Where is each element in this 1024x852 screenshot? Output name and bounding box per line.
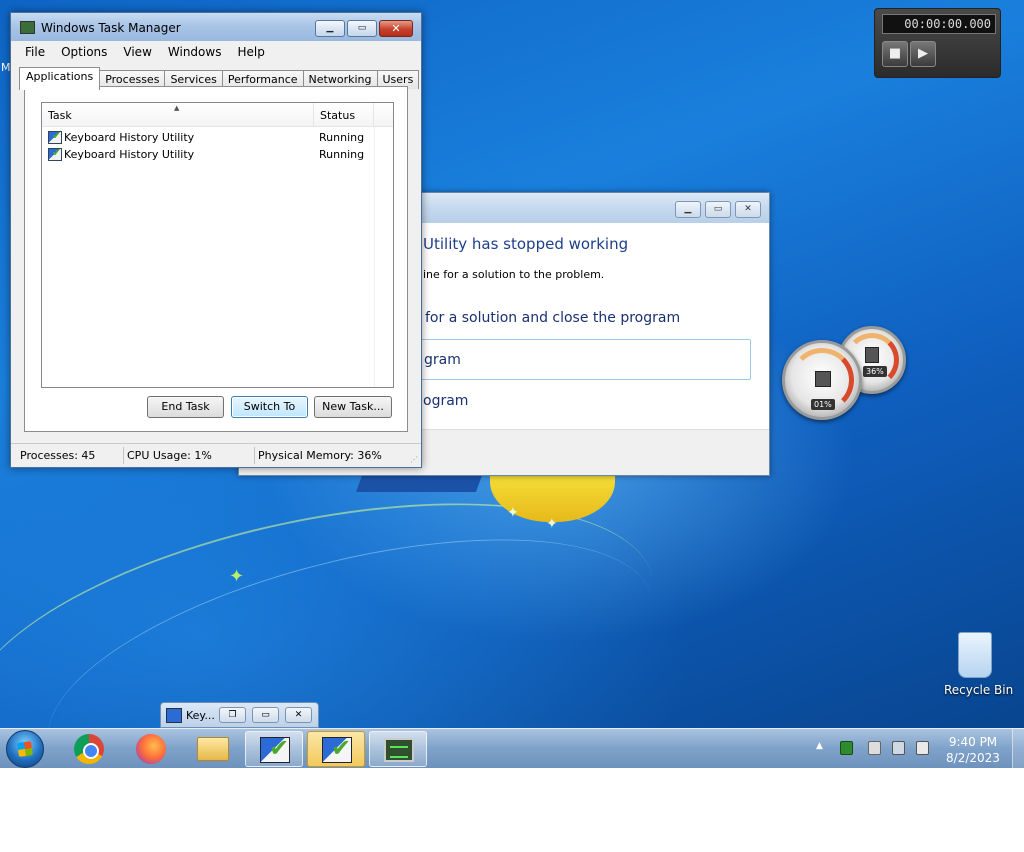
clock-date: 8/2/2023 xyxy=(946,751,1000,765)
taskbar-task-manager[interactable] xyxy=(369,731,427,767)
task-manager-titlebar[interactable]: Windows Task Manager ▁ ▭ ✕ xyxy=(11,13,421,41)
taskbar-thumbnail[interactable]: Key... ❐ ▭ ✕ xyxy=(160,702,319,728)
minimize-icon: ▁ xyxy=(684,204,692,214)
maximize-icon: ▭ xyxy=(713,204,723,214)
thumbnail-label: Key... xyxy=(186,709,215,722)
task-name: Keyboard History Utility xyxy=(64,148,195,161)
cpu-gauge: 01% xyxy=(782,340,862,420)
tray-expand-icon[interactable]: ▲ xyxy=(816,741,823,751)
network-icon[interactable] xyxy=(892,741,905,755)
clock[interactable]: 9:40 PM 8/2/2023 xyxy=(944,734,1002,766)
volume-muted-icon[interactable] xyxy=(916,741,929,755)
action-center-icon[interactable] xyxy=(868,741,881,755)
menu-view[interactable]: View xyxy=(115,43,159,61)
check-solution-option[interactable]: for a solution and close the program xyxy=(425,310,680,326)
show-desktop-button[interactable] xyxy=(1012,729,1024,769)
tab-strip: Applications Processes Services Performa… xyxy=(19,67,420,90)
minimize-button[interactable]: ▁ xyxy=(315,20,345,37)
status-memory: Physical Memory: 36% xyxy=(258,449,382,462)
table-row[interactable]: Keyboard History Utility Running xyxy=(42,129,393,146)
taskbar-utility-2[interactable] xyxy=(307,731,365,767)
sparkle-icon: ✦ xyxy=(229,566,245,587)
maximize-button[interactable]: ▭ xyxy=(347,20,377,37)
taskbar: ▲ 9:40 PM 8/2/2023 xyxy=(0,728,1024,769)
task-status: Running xyxy=(319,148,365,161)
stop-icon: ■ xyxy=(888,46,902,61)
maximize-icon: ▭ xyxy=(261,710,270,720)
memory-chip-icon xyxy=(865,347,879,363)
cpu-reading: 01% xyxy=(811,399,835,410)
maximize-button[interactable]: ▭ xyxy=(252,707,279,723)
switch-to-button[interactable]: Switch To xyxy=(231,396,308,418)
folder-icon xyxy=(197,737,229,761)
recycle-bin-icon[interactable] xyxy=(958,632,992,678)
debug-program-option[interactable]: ogram xyxy=(423,393,468,409)
column-status[interactable]: Status xyxy=(314,103,374,127)
task-status: Running xyxy=(319,131,365,144)
window-title: Windows Task Manager xyxy=(41,21,181,35)
minimize-icon: ▁ xyxy=(326,23,334,33)
task-manager-icon xyxy=(20,21,35,34)
app-icon xyxy=(48,146,62,161)
stopwatch-time: 00:00:00.000 xyxy=(882,14,996,34)
menu-file[interactable]: File xyxy=(17,43,53,61)
task-list[interactable]: Task ▲ Status Keyboard History Utility R… xyxy=(41,102,394,388)
clock-time: 9:40 PM xyxy=(948,735,998,749)
status-cpu: CPU Usage: 1% xyxy=(127,449,212,462)
chrome-icon xyxy=(74,734,104,764)
task-manager-tray-icon[interactable] xyxy=(840,741,853,755)
task-name: Keyboard History Utility xyxy=(64,131,195,144)
menu-help[interactable]: Help xyxy=(229,43,272,61)
app-icon xyxy=(260,734,290,763)
app-icon xyxy=(322,734,352,763)
sort-ascending-icon: ▲ xyxy=(174,104,180,112)
menu-windows[interactable]: Windows xyxy=(160,43,230,61)
close-button[interactable]: ✕ xyxy=(735,201,761,218)
maximize-button[interactable]: ▭ xyxy=(705,201,731,218)
end-task-button[interactable]: End Task xyxy=(147,396,224,418)
error-heading: Utility has stopped working xyxy=(423,235,629,253)
close-button[interactable]: ✕ xyxy=(379,20,413,37)
taskbar-chrome[interactable] xyxy=(59,731,117,767)
close-button[interactable]: ✕ xyxy=(285,707,312,723)
cpu-chip-icon xyxy=(815,371,831,387)
taskbar-firefox[interactable] xyxy=(121,731,179,767)
minimize-button[interactable]: ▁ xyxy=(675,201,701,218)
task-list-header: Task ▲ Status xyxy=(42,103,393,127)
error-subtext: ine for a solution to the problem. xyxy=(423,268,605,281)
table-row[interactable]: Keyboard History Utility Running xyxy=(42,146,393,163)
menu-options[interactable]: Options xyxy=(53,43,115,61)
sparkle-icon: ✦ xyxy=(546,516,558,532)
menu-bar: File Options View Windows Help xyxy=(17,43,415,61)
close-icon: ✕ xyxy=(391,22,401,35)
taskbar-utility-1[interactable] xyxy=(245,731,303,767)
resize-grip-icon[interactable]: ⋰ xyxy=(410,455,418,464)
start-button[interactable] xyxy=(6,730,44,768)
status-processes: Processes: 45 xyxy=(20,449,96,462)
windows-logo-icon xyxy=(17,741,33,757)
memory-reading: 36% xyxy=(863,366,887,377)
app-icon xyxy=(166,708,182,723)
stopwatch-gadget: 00:00:00.000 ■ ▶ xyxy=(874,8,1001,78)
stopwatch-stop-button[interactable]: ■ xyxy=(882,41,908,67)
recycle-bin-label[interactable]: Recycle Bin xyxy=(944,683,1013,697)
status-bar: Processes: 45 CPU Usage: 1% Physical Mem… xyxy=(11,443,421,467)
task-manager-window[interactable]: Windows Task Manager ▁ ▭ ✕ File Options … xyxy=(10,12,422,468)
firefox-icon xyxy=(136,734,166,764)
restore-button[interactable]: ❐ xyxy=(219,707,246,723)
new-task-button[interactable]: New Task... xyxy=(314,396,392,418)
app-icon xyxy=(48,129,62,144)
task-manager-icon xyxy=(384,738,414,762)
close-icon: ✕ xyxy=(294,710,303,720)
maximize-icon: ▭ xyxy=(357,23,367,33)
close-icon: ✕ xyxy=(744,204,752,214)
sparkle-icon: ✦ xyxy=(507,505,519,521)
stopwatch-play-button[interactable]: ▶ xyxy=(910,41,936,67)
close-program-option[interactable]: gram xyxy=(409,339,751,380)
taskbar-explorer[interactable] xyxy=(183,731,241,767)
tab-applications[interactable]: Applications xyxy=(19,67,101,90)
restore-icon: ❐ xyxy=(228,710,237,720)
play-icon: ▶ xyxy=(918,46,928,61)
